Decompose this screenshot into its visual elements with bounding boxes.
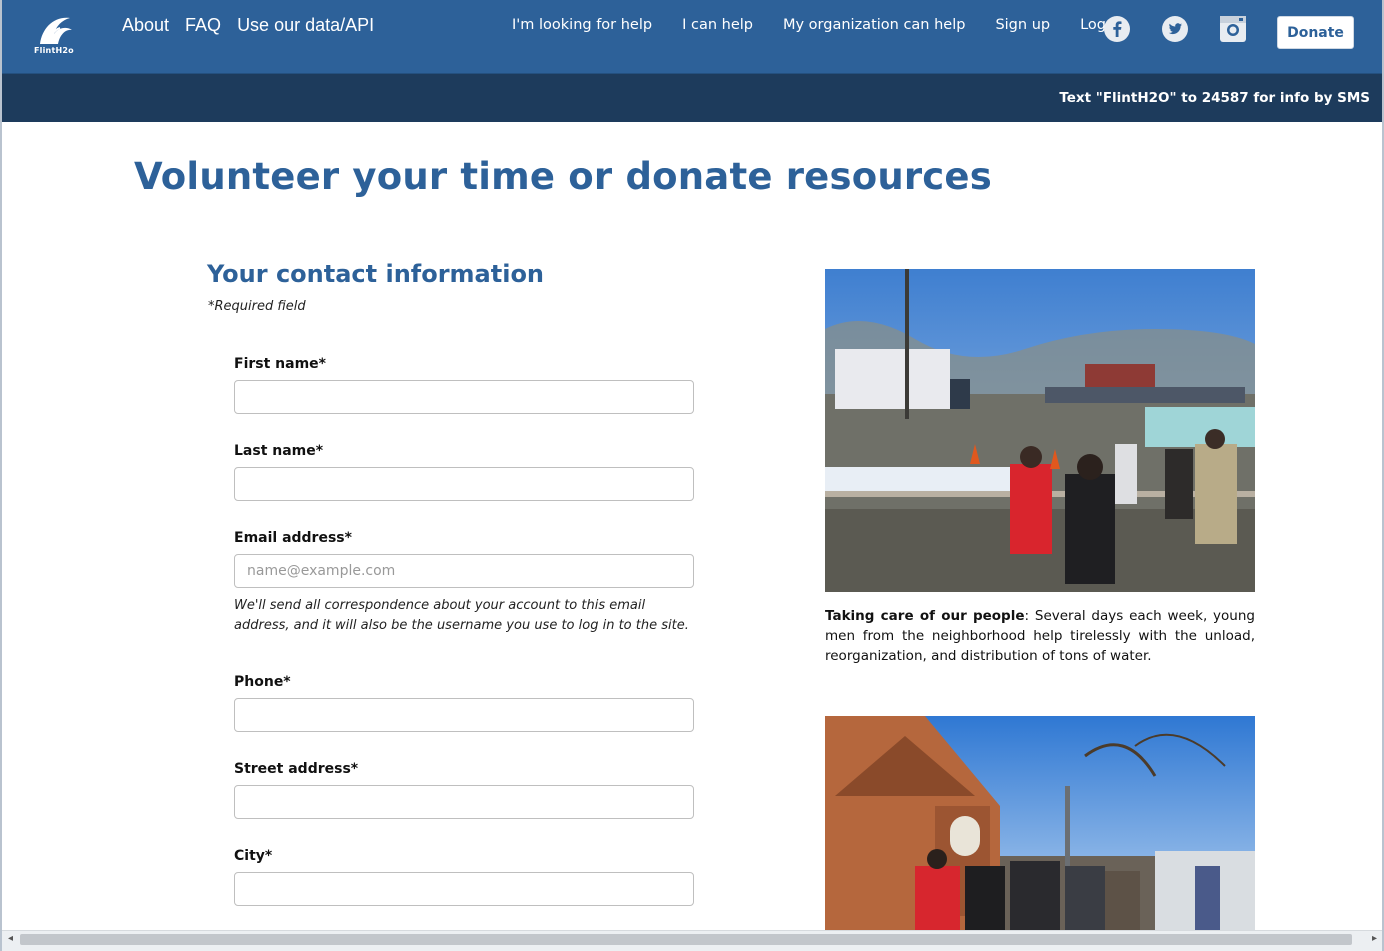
email-input[interactable] [234, 554, 694, 588]
street-address-label: Street address* [234, 761, 359, 777]
water-drop-logo-icon [40, 17, 72, 45]
nav-sign-up[interactable]: Sign up [995, 17, 1050, 33]
caption-title: Taking care of our people [825, 608, 1025, 624]
city-label: City* [234, 848, 273, 864]
nav-i-can-help[interactable]: I can help [682, 17, 753, 33]
nav-organization-can-help[interactable]: My organization can help [783, 17, 965, 33]
page-title: Volunteer your time or donate resources [134, 155, 992, 198]
sms-info-bar: Text "FlintH2O" to 24587 for info by SMS [2, 74, 1382, 122]
required-field-note: *Required field [208, 299, 306, 314]
last-name-input[interactable] [234, 467, 694, 501]
phone-input[interactable] [234, 698, 694, 732]
city-input[interactable] [234, 872, 694, 906]
nav-faq[interactable]: FAQ [185, 15, 221, 36]
phone-label: Phone* [234, 674, 291, 690]
browser-viewport: FlintH2o About FAQ Use our data/API I'm … [0, 0, 1384, 951]
sms-info-text: Text "FlintH2O" to 24587 for info by SMS [1059, 90, 1370, 106]
contact-section-title: Your contact information [207, 260, 545, 288]
email-help-text: We'll send all correspondence about your… [234, 598, 689, 633]
street-address-input[interactable] [234, 785, 694, 819]
scrollbar-thumb[interactable] [20, 934, 1352, 945]
last-name-label: Last name* [234, 443, 324, 459]
flint-h2o-logo[interactable]: FlintH2o [32, 12, 82, 60]
first-name-input[interactable] [234, 380, 694, 414]
instagram-icon[interactable] [1219, 15, 1247, 43]
nav-about[interactable]: About [122, 15, 169, 36]
top-navbar: FlintH2o About FAQ Use our data/API I'm … [2, 0, 1382, 74]
facebook-icon[interactable] [1103, 15, 1131, 43]
nav-data-api[interactable]: Use our data/API [237, 15, 374, 36]
primary-nav: About FAQ Use our data/API [122, 15, 374, 36]
donate-button[interactable]: Donate [1277, 16, 1354, 49]
water-distribution-photo [825, 269, 1255, 592]
secondary-nav: I'm looking for help I can help My organ… [512, 17, 1154, 33]
scroll-left-arrow-icon[interactable]: ◂ [8, 933, 13, 944]
church-line-photo [825, 716, 1255, 930]
email-label: Email address* [234, 530, 352, 546]
scroll-right-arrow-icon[interactable]: ▸ [1372, 933, 1377, 944]
photo-caption: Taking care of our people: Several days … [825, 606, 1255, 666]
twitter-icon[interactable] [1161, 15, 1189, 43]
logo-text: FlintH2o [34, 46, 74, 55]
first-name-label: First name* [234, 356, 326, 372]
nav-looking-for-help[interactable]: I'm looking for help [512, 17, 652, 33]
horizontal-scrollbar[interactable]: ◂ ▸ [2, 930, 1382, 951]
